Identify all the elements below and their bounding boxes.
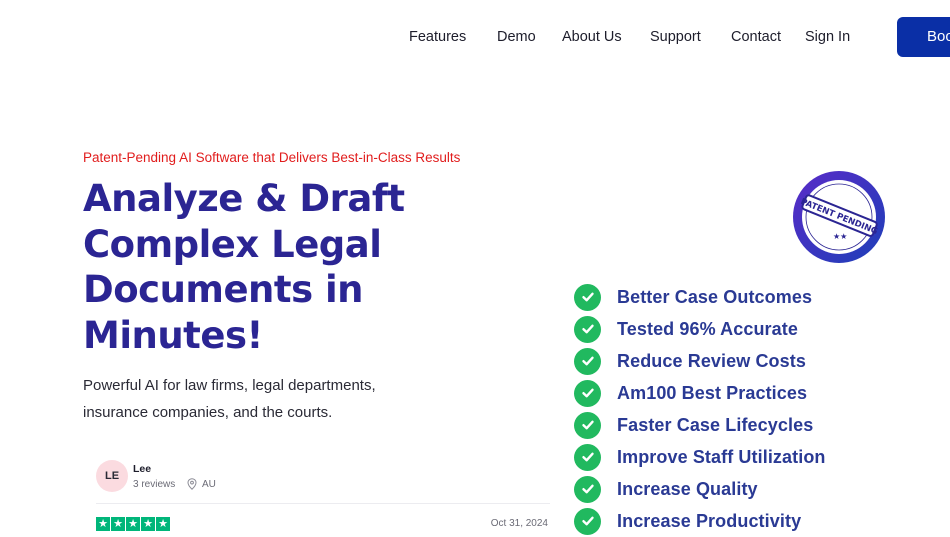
nav-contact-link[interactable]: Contact: [731, 29, 781, 45]
list-item: Better Case Outcomes: [574, 281, 826, 313]
nav-support-link[interactable]: Support: [650, 29, 701, 45]
nav-sign-in-link[interactable]: Sign In: [805, 29, 850, 45]
hero-headline: Analyze & Draft Complex Legal Documents …: [83, 177, 405, 357]
list-item: Faster Case Lifecycles: [574, 409, 826, 441]
location-pin-icon: [187, 478, 197, 490]
review-card: LE Lee 3 reviews AU ★ ★ ★ ★ ★ Oct 31, 20…: [83, 455, 553, 534]
svg-text:★★: ★★: [833, 232, 847, 241]
check-circle-icon: [574, 475, 601, 503]
list-item: Increase Quality: [574, 473, 826, 505]
book-demo-button[interactable]: Boo: [897, 17, 950, 57]
avatar: LE: [96, 460, 128, 492]
list-item: Increase Productivity: [574, 505, 826, 537]
benefit-label: Faster Case Lifecycles: [617, 414, 814, 435]
reviewer-name: Lee: [133, 463, 152, 475]
benefit-label: Better Case Outcomes: [617, 286, 813, 307]
nav-about-us-link[interactable]: About Us: [562, 29, 622, 45]
star-icon: ★: [111, 517, 125, 531]
card-divider: [96, 503, 550, 504]
benefit-label: Am100 Best Practices: [617, 382, 808, 403]
check-circle-icon: [574, 347, 601, 375]
benefit-label: Improve Staff Utilization: [617, 446, 826, 467]
star-rating: ★ ★ ★ ★ ★: [96, 517, 170, 531]
nav-demo-link[interactable]: Demo: [497, 29, 536, 45]
check-circle-icon: [574, 283, 601, 311]
hero-subheading: Powerful AI for law firms, legal departm…: [83, 377, 376, 421]
benefit-label: Increase Quality: [617, 478, 758, 499]
benefit-label: Tested 96% Accurate: [617, 318, 798, 339]
list-item: Improve Staff Utilization: [574, 441, 826, 473]
star-icon: ★: [141, 517, 155, 531]
reviewer-country: AU: [202, 479, 216, 490]
check-circle-icon: [574, 315, 601, 343]
star-icon: ★: [156, 517, 170, 531]
hero-eyebrow: Patent-Pending AI Software that Delivers…: [83, 150, 461, 165]
benefits-list: Better Case Outcomes Tested 96% Accurate…: [574, 281, 826, 537]
check-circle-icon: [574, 507, 601, 535]
review-date: Oct 31, 2024: [490, 518, 548, 529]
list-item: Am100 Best Practices: [574, 377, 826, 409]
benefit-label: Reduce Review Costs: [617, 350, 806, 371]
nav-features-link[interactable]: Features: [409, 29, 466, 45]
check-circle-icon: [574, 411, 601, 439]
star-icon: ★: [126, 517, 140, 531]
list-item: Tested 96% Accurate: [574, 313, 826, 345]
reviewer-review-count: 3 reviews: [133, 479, 176, 490]
patent-pending-badge: PATENT PENDING ★★: [793, 171, 885, 263]
check-circle-icon: [574, 379, 601, 407]
list-item: Reduce Review Costs: [574, 345, 826, 377]
top-nav: Features Demo About Us Support Contact S…: [0, 0, 950, 76]
star-icon: ★: [96, 517, 110, 531]
check-circle-icon: [574, 443, 601, 471]
benefit-label: Increase Productivity: [617, 510, 802, 531]
